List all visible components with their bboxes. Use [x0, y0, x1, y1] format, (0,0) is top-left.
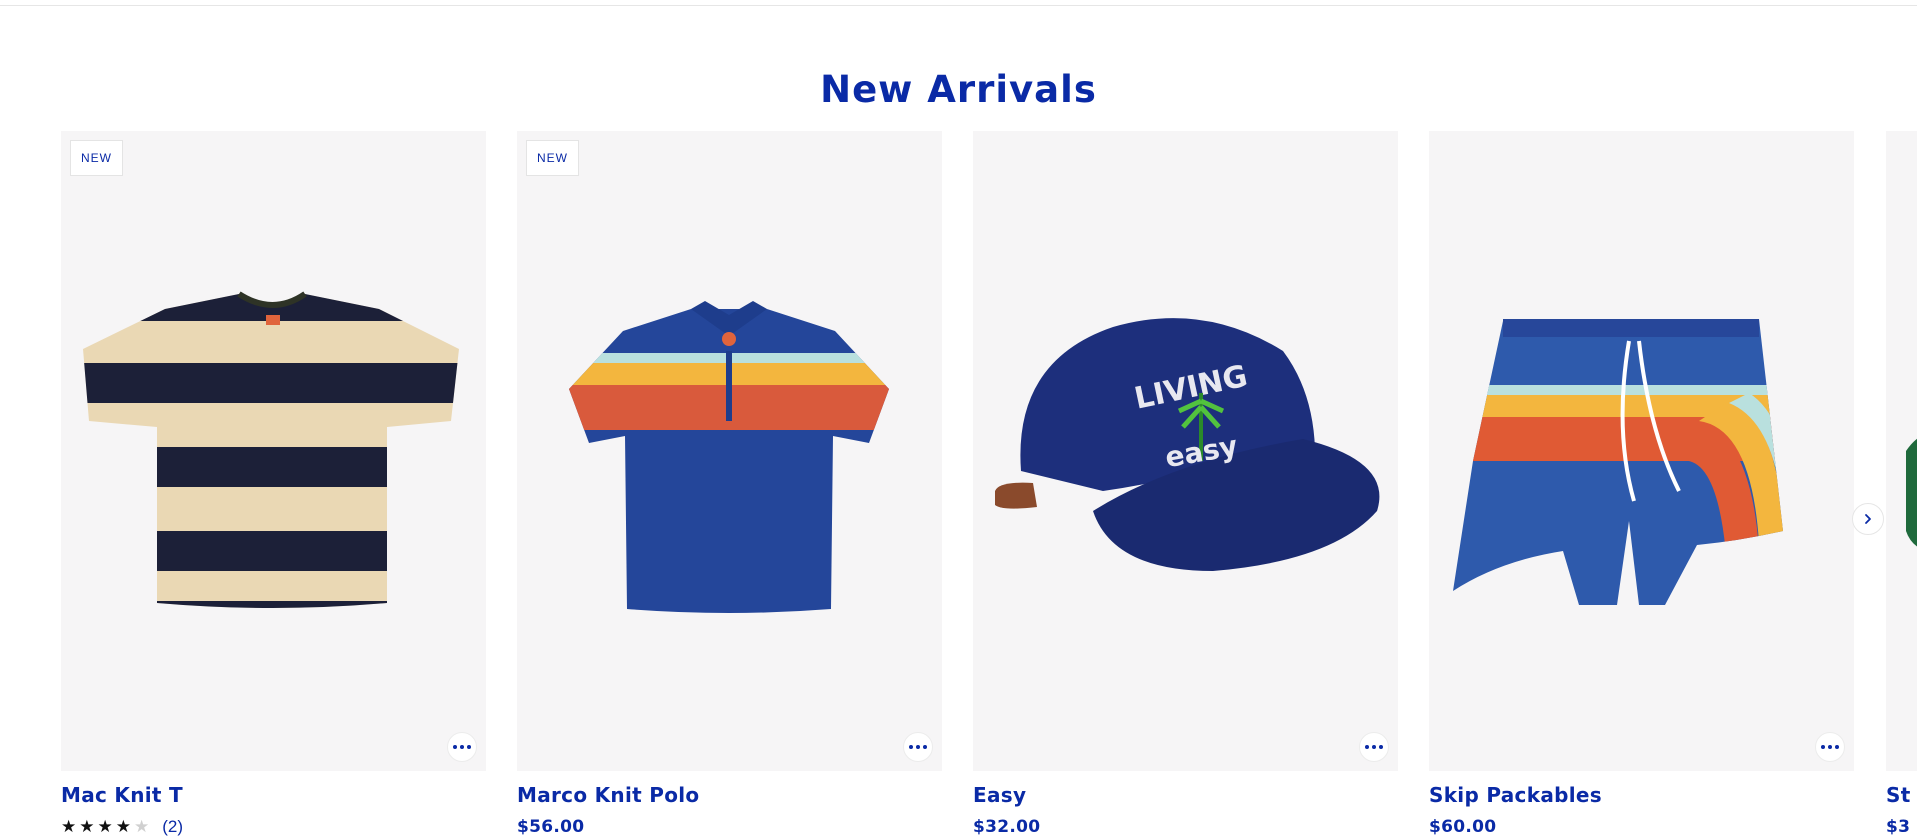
- carousel-next-button[interactable]: [1852, 503, 1884, 535]
- product-card-skip-packables[interactable]: Skip Packables $60.00: [1429, 131, 1854, 837]
- new-badge: NEW: [70, 140, 123, 176]
- product-price: $3: [1886, 817, 1911, 836]
- more-options-button[interactable]: [1359, 732, 1389, 762]
- review-count: (2): [162, 817, 184, 836]
- star-empty-icon: ★: [134, 817, 150, 836]
- product-image[interactable]: [1886, 131, 1917, 771]
- dot-icon: [453, 745, 457, 749]
- more-options-button[interactable]: [447, 732, 477, 762]
- product-image[interactable]: [517, 131, 942, 771]
- star-filled-icon: ★: [115, 817, 131, 836]
- striped-swim-shorts-icon: [1453, 319, 1783, 605]
- product-image[interactable]: [61, 131, 486, 771]
- product-name[interactable]: Skip Packables: [1429, 783, 1602, 807]
- product-image[interactable]: [1429, 131, 1854, 771]
- green-garment-icon: [1906, 438, 1917, 547]
- product-card-marco-knit-polo[interactable]: NEW Marco Knit Polo $56.00: [517, 131, 942, 837]
- chevron-right-icon: [1865, 514, 1871, 524]
- header-divider: [0, 5, 1917, 6]
- more-options-button[interactable]: [1815, 732, 1845, 762]
- new-badge: NEW: [526, 140, 579, 176]
- product-price: $32.00: [973, 817, 1041, 837]
- product-card-easy[interactable]: LIVING easy Easy $32.00: [973, 131, 1398, 837]
- more-options-button[interactable]: [903, 732, 933, 762]
- living-easy-cap-icon: LIVING easy: [995, 318, 1380, 571]
- product-rating[interactable]: ★ ★ ★ ★ ★ (2): [61, 817, 183, 837]
- striped-polo-icon: [569, 301, 889, 613]
- product-name[interactable]: Mac Knit T: [61, 783, 183, 807]
- dot-icon: [916, 745, 920, 749]
- product-card-partial[interactable]: St $3: [1886, 131, 1917, 836]
- dot-icon: [923, 745, 927, 749]
- product-name[interactable]: Marco Knit Polo: [517, 783, 699, 807]
- dot-icon: [1828, 745, 1832, 749]
- striped-tshirt-icon: [83, 291, 459, 608]
- dot-icon: [1379, 745, 1383, 749]
- dot-icon: [460, 745, 464, 749]
- product-price: $56.00: [517, 817, 585, 837]
- product-image[interactable]: LIVING easy: [973, 131, 1398, 771]
- product-name[interactable]: Easy: [973, 783, 1026, 807]
- star-filled-icon: ★: [97, 817, 113, 836]
- dot-icon: [1372, 745, 1376, 749]
- product-price: $60.00: [1429, 817, 1497, 837]
- dot-icon: [1821, 745, 1825, 749]
- product-card-mac-knit-t[interactable]: NEW Mac Knit T ★ ★ ★ ★ ★ (2): [61, 131, 486, 836]
- product-name[interactable]: St: [1886, 783, 1911, 807]
- section-title: New Arrivals: [820, 68, 1097, 111]
- dot-icon: [1835, 745, 1839, 749]
- dot-icon: [909, 745, 913, 749]
- dot-icon: [467, 745, 471, 749]
- star-filled-icon: ★: [79, 817, 95, 836]
- star-filled-icon: ★: [61, 817, 77, 836]
- dot-icon: [1365, 745, 1369, 749]
